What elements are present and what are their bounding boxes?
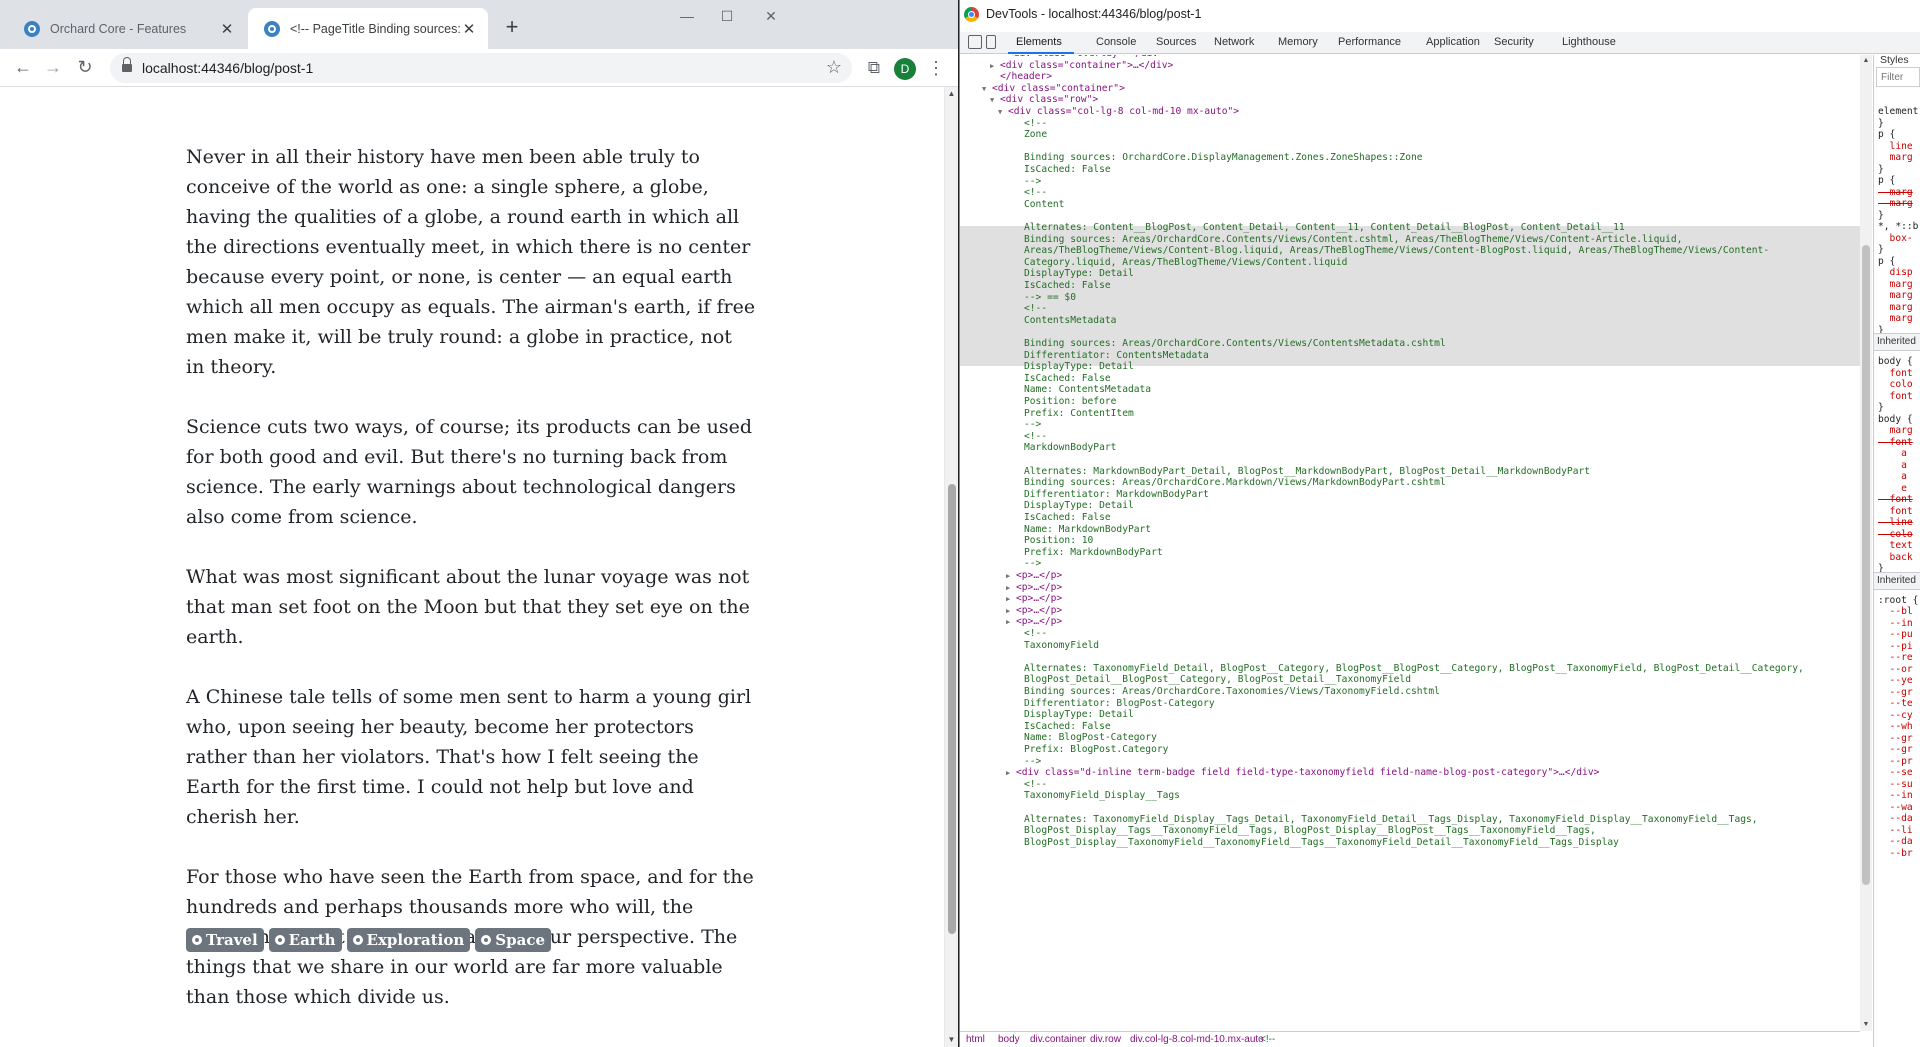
selected-tab-indicator — [1008, 52, 1074, 54]
breadcrumb-item[interactable]: body — [998, 1032, 1020, 1047]
style-declaration[interactable]: --br — [1878, 847, 1920, 861]
devtools-panel-tabs: Elements Console Sources Network Memory … — [960, 32, 1920, 54]
paragraph: Science cuts two ways, of course; its pr… — [186, 416, 753, 528]
scroll-up-arrow-icon[interactable]: ▲ — [945, 87, 958, 101]
devtools-window-title: DevTools - localhost:44346/blog/post-1 — [986, 7, 1202, 21]
tab-security[interactable]: Security — [1494, 36, 1534, 48]
forward-icon[interactable]: → — [40, 55, 66, 81]
avatar[interactable]: D — [894, 58, 916, 80]
orchard-favicon-icon — [264, 20, 280, 37]
chrome-logo-icon — [964, 7, 979, 22]
scroll-down-arrow-icon[interactable]: ▼ — [945, 1033, 958, 1047]
tab-post[interactable]: <!-- PageTitle Binding sources: O ✕ — [248, 8, 488, 49]
scroll-up-arrow-icon[interactable]: ▲ — [1860, 55, 1872, 67]
page-scrollbar[interactable]: ▲ ▼ — [944, 87, 958, 1047]
scrollbar-thumb[interactable] — [948, 484, 956, 934]
section-label: Inherited — [1877, 336, 1916, 347]
inherited-section-header: Inherited — [1874, 571, 1920, 590]
tag-label: Space — [495, 931, 545, 949]
scroll-down-arrow-icon[interactable]: ▼ — [1860, 1019, 1872, 1031]
tab-memory[interactable]: Memory — [1278, 36, 1318, 48]
tag-label: Travel — [206, 931, 258, 949]
window-close-button[interactable]: ✕ — [748, 6, 794, 28]
tab-network[interactable]: Network — [1214, 36, 1254, 48]
tab-performance[interactable]: Performance — [1338, 36, 1401, 48]
tab-console[interactable]: Console — [1096, 36, 1136, 48]
device-toolbar-icon[interactable] — [986, 35, 996, 49]
tab-title: <!-- PageTitle Binding sources: O — [290, 21, 460, 36]
tag-icon — [481, 935, 492, 945]
paragraph: A Chinese tale tells of some men sent to… — [186, 686, 752, 828]
dom-breadcrumb: html body div.container div.row div.col-… — [960, 1031, 1860, 1047]
tab-lighthouse[interactable]: Lighthouse — [1562, 36, 1616, 48]
tag-icon — [274, 935, 285, 945]
tag-badge-earth[interactable]: Earth — [268, 928, 342, 952]
extensions-puzzle-icon[interactable]: ⧉ — [862, 54, 886, 82]
styles-filter-input[interactable] — [1876, 67, 1920, 87]
breadcrumb-item[interactable]: div.row — [1090, 1032, 1121, 1047]
url-text: localhost:44346/blog/post-1 — [142, 60, 314, 76]
tag-badge-travel[interactable]: Travel — [186, 928, 264, 952]
tab-elements[interactable]: Elements — [1016, 36, 1062, 48]
browser-window: Orchard Core - Features ✕ <!-- PageTitle… — [0, 0, 958, 1047]
new-tab-button[interactable]: + — [498, 14, 526, 42]
breadcrumb-item[interactable]: html — [966, 1032, 985, 1047]
elements-dom-tree[interactable]: <div class="overlay"></div>▶<div class="… — [960, 55, 1860, 1027]
tab-sources[interactable]: Sources — [1156, 36, 1196, 48]
maximize-button[interactable]: ☐ — [704, 6, 750, 28]
tag-badge-exploration[interactable]: Exploration — [346, 928, 471, 952]
tag-badge-space[interactable]: Space — [475, 928, 551, 952]
blog-post-body: Never in all their history have men been… — [186, 142, 756, 1042]
breadcrumb-item[interactable]: div.col-lg-8.col-md-10.mx-auto — [1130, 1032, 1264, 1047]
section-label: Inherited — [1877, 574, 1916, 586]
dom-tree-scrollbar[interactable]: ▲ ▼ — [1860, 55, 1872, 1031]
close-icon[interactable]: ✕ — [218, 20, 236, 38]
page-content: Never in all their history have men been… — [0, 87, 944, 1047]
dom-line-text: BlogPost_Display__TaxonomyField__Taxonom… — [1024, 836, 1619, 848]
tab-strip: Orchard Core - Features ✕ <!-- PageTitle… — [0, 0, 958, 49]
devtools-titlebar: DevTools - localhost:44346/blog/post-1 — [960, 0, 1920, 28]
breadcrumb-item[interactable]: div.container — [1030, 1032, 1086, 1047]
paragraph: Never in all their history have men been… — [186, 146, 756, 378]
tab-application[interactable]: Application — [1426, 36, 1480, 48]
address-bar[interactable]: localhost:44346/blog/post-1 ☆ — [110, 53, 852, 83]
scrollbar-thumb[interactable] — [1862, 245, 1870, 885]
lock-icon — [122, 57, 132, 74]
chrome-menu-icon[interactable]: ⋮ — [926, 54, 946, 82]
bookmark-star-icon[interactable]: ☆ — [826, 57, 842, 78]
tab-title: Orchard Core - Features — [50, 21, 187, 36]
inspect-element-icon[interactable] — [968, 35, 982, 49]
tag-icon — [192, 935, 202, 945]
tag-label: Earth — [288, 931, 336, 949]
paragraph: What was most significant about the luna… — [186, 566, 750, 648]
styles-pane: Styles element}p { line marg}p { marg ma… — [1873, 55, 1920, 1047]
orchard-favicon-icon — [24, 20, 40, 37]
tag-label: Exploration — [366, 931, 465, 949]
tag-list: Travel Earth Exploration Space — [186, 928, 551, 952]
reload-icon[interactable]: ↻ — [72, 55, 98, 81]
browser-toolbar: ← → ↻ localhost:44346/blog/post-1 ☆ — [0, 49, 958, 87]
devtools-window: DevTools - localhost:44346/blog/post-1 E… — [959, 0, 1920, 1047]
tab-features[interactable]: Orchard Core - Features ✕ — [8, 8, 246, 49]
inherited-section-header: Inherited — [1874, 333, 1920, 351]
close-icon[interactable]: ✕ — [460, 20, 478, 38]
back-icon[interactable]: ← — [10, 55, 36, 81]
breadcrumb-item[interactable]: <!-- — [1260, 1032, 1275, 1047]
tag-icon — [352, 935, 363, 945]
dom-comment-line[interactable]: BlogPost_Display__TaxonomyField__Taxonom… — [960, 836, 1860, 850]
styles-tab-label[interactable]: Styles — [1880, 55, 1920, 67]
